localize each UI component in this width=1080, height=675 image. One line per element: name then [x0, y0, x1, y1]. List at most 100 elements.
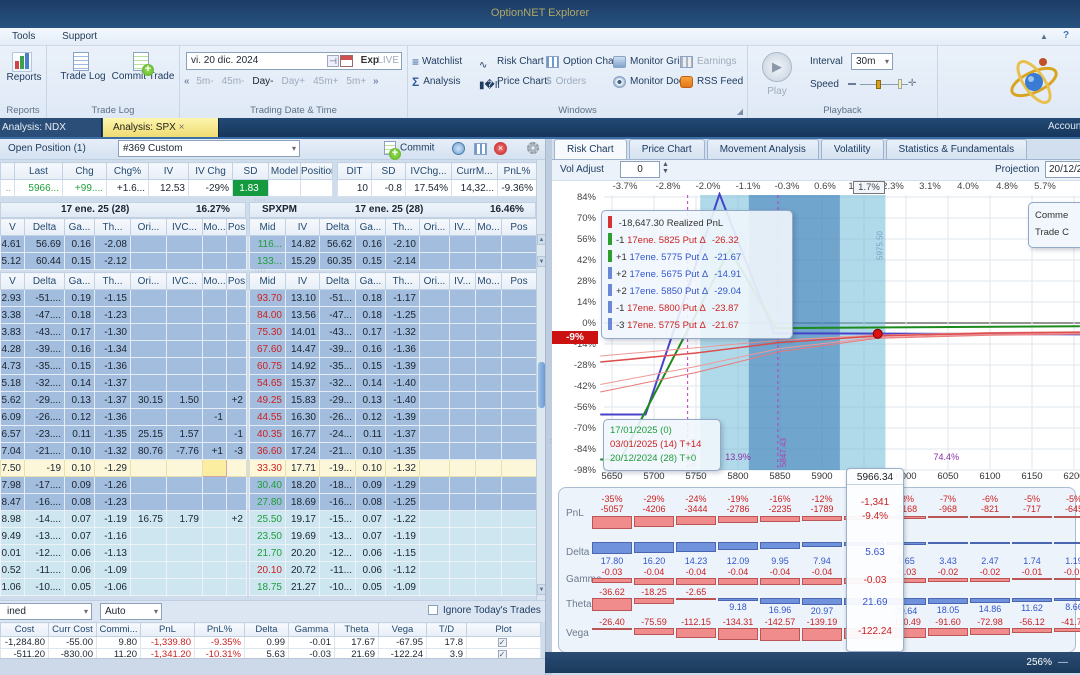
put-row[interactable]: 75.30 14.01 -43... 0.17 -1.32 [249, 323, 537, 341]
window-toggle-button[interactable]: $ Orders [546, 72, 613, 92]
put-row[interactable]: 7.50 -19 0.10 -1.29 [0, 459, 247, 477]
window-toggle-button[interactable]: ▮�IlPrice Chart [479, 72, 547, 92]
put-row[interactable]: 8.98 -14.... 0.07 -1.19 16.75 1.79 +2 [0, 510, 247, 528]
window-toggle-button[interactable]: ∿ Risk Chart [479, 52, 546, 72]
corner-toolbox-item[interactable]: Comme [1035, 207, 1080, 224]
plot-checkbox[interactable]: ✓ [497, 638, 507, 647]
close-position-icon[interactable]: × [494, 142, 507, 155]
put-row[interactable]: 84.00 13.56 -47... 0.18 -1.25 [249, 306, 537, 324]
commit-button[interactable]: Commit [384, 141, 434, 160]
speed-slider-thumb[interactable] [876, 80, 881, 89]
window-toggle-button[interactable]: Monitor Dock [613, 72, 689, 92]
put-row[interactable]: 4.28 -39.... 0.16 -1.34 [0, 340, 247, 358]
put-row[interactable]: 0.52 -11.... 0.06 -1.09 [0, 561, 247, 579]
exp-label[interactable]: Exp [361, 55, 379, 66]
close-tab-icon[interactable]: × [179, 122, 185, 133]
corner-toolbox-item[interactable]: Trade C [1035, 224, 1080, 241]
search-icon[interactable] [452, 142, 465, 155]
interval-select[interactable]: 30m ▾ [851, 53, 893, 70]
put-row[interactable]: 20.10 20.72 -11... 0.06 -1.12 [249, 561, 537, 579]
combine-mode-select[interactable]: ined ▾ [0, 603, 92, 620]
reports-button[interactable]: Reports [2, 52, 46, 83]
put-row[interactable]: 5.18 -32.... 0.14 -1.37 [0, 374, 247, 392]
trade-log-button[interactable]: Trade Log [55, 52, 111, 82]
tab-analysis-spx[interactable]: Analysis: SPX × [103, 118, 219, 137]
dialog-launcher-icon[interactable]: ◢ [737, 107, 743, 116]
panel-splitter[interactable]: ∷ [545, 139, 555, 675]
put-row[interactable]: 3.38 -47.... 0.18 -1.23 [0, 306, 247, 324]
put-row[interactable]: 3.83 -43.... 0.17 -1.30 [0, 323, 247, 341]
projection-dates-box[interactable]: 17/01/2025 (0) 03/01/2025 (14) T+14 20/12/… [603, 419, 721, 471]
auto-mode-select[interactable]: Auto ▾ [100, 603, 162, 620]
position-preset-select[interactable]: #369 Custom ▾ [118, 140, 300, 157]
window-toggle-button[interactable]: ≡ Watchlist [412, 52, 479, 72]
put-row[interactable]: 93.70 13.10 -51... 0.18 -1.17 [249, 289, 537, 307]
option-grid-icon[interactable] [474, 143, 487, 155]
put-row[interactable]: 67.60 14.47 -39... 0.16 -1.36 [249, 340, 537, 358]
put-row[interactable]: 2.93 -51.... 0.19 -1.15 [0, 289, 247, 307]
window-toggle-button[interactable]: Monitor Grid [613, 52, 685, 72]
window-toggle-button[interactable]: Earnings [680, 52, 747, 72]
window-toggle-button[interactable]: RSS Feed [680, 72, 747, 92]
put-row[interactable]: 4.73 -35.... 0.15 -1.36 [0, 357, 247, 375]
calendar-icon[interactable] [340, 55, 353, 67]
call-row[interactable]: 133... 15.29 60.35 0.15 -2.14 [249, 252, 537, 270]
put-row[interactable]: 49.25 15.83 -29... 0.13 -1.40 [249, 391, 537, 409]
window-toggle-button[interactable]: Option Chain [546, 52, 621, 72]
call-row[interactable]: 5.12 60.44 0.15 -2.12 [0, 252, 247, 270]
put-row[interactable]: 36.60 17.24 -21... 0.10 -1.35 [249, 442, 537, 460]
call-row[interactable]: 4.61 56.69 0.16 -2.08 [0, 235, 247, 253]
scrollbar-thumb[interactable] [538, 362, 545, 408]
put-row[interactable]: 40.35 16.77 -24... 0.11 -1.37 [249, 425, 537, 443]
chart-corner-toolbox[interactable]: Comme Trade C [1028, 202, 1080, 248]
put-row[interactable]: 1.06 -10.... 0.05 -1.06 [0, 578, 247, 596]
put-row[interactable]: 7.04 -21.... 0.10 -1.32 80.76 -7.76 +1 -3 [0, 442, 247, 460]
right-panel-tab[interactable]: Risk Chart [554, 139, 627, 159]
put-row[interactable]: 6.09 -26.... 0.12 -1.36 -1 [0, 408, 247, 426]
put-row[interactable]: 7.98 -17.... 0.09 -1.26 [0, 476, 247, 494]
risk-chart-legend[interactable]: -18,647.30 Realized PnL -1 17ene. 5825 Pu… [601, 210, 793, 339]
put-row[interactable]: 27.80 18.69 -16... 0.08 -1.25 [249, 493, 537, 511]
time-nav-button[interactable]: 45m+ [313, 76, 338, 87]
zoom-slider-icon[interactable]: — [1058, 652, 1068, 673]
put-row[interactable]: 0.01 -12.... 0.06 -1.13 [0, 544, 247, 562]
put-row[interactable]: 21.70 20.20 -12... 0.06 -1.15 [249, 544, 537, 562]
time-nav-button[interactable]: 45m- [222, 76, 245, 87]
right-panel-tab[interactable]: Volatility [820, 139, 884, 159]
put-row[interactable]: 54.65 15.37 -32... 0.14 -1.40 [249, 374, 537, 392]
help-icon[interactable]: ? [1063, 30, 1069, 41]
speed-plus-icon[interactable]: ✛ [908, 78, 916, 89]
trade-row[interactable]: -1,284.80 -55.00 9.80 -1,339.80 -9.35% 0.99… [0, 636, 541, 649]
call-row[interactable]: 116... 14.82 56.62 0.16 -2.10 [249, 235, 537, 253]
menu-tools[interactable]: Tools [0, 28, 47, 45]
trading-date-input[interactable]: vi. 20 dic. 2024 ⊣ Exp LIVE [186, 52, 402, 70]
put-row[interactable]: 60.75 14.92 -35... 0.15 -1.39 [249, 357, 537, 375]
put-row[interactable]: 23.50 19.69 -13... 0.07 -1.19 [249, 527, 537, 545]
put-row[interactable]: 30.40 18.20 -18... 0.09 -1.29 [249, 476, 537, 494]
commit-trade-button[interactable]: Commit Trade [109, 52, 177, 82]
right-panel-tab[interactable]: Statistics & Fundamentals [885, 139, 1028, 159]
speed-minus-icon[interactable] [848, 83, 856, 85]
time-nav-button[interactable]: Day+ [282, 76, 306, 87]
window-toggle-button[interactable]: Σ Analysis [412, 72, 479, 92]
history-icon[interactable]: ⊣ [327, 55, 339, 67]
put-row[interactable]: 9.49 -13.... 0.07 -1.16 [0, 527, 247, 545]
projection-input[interactable]: 20/12/2024 [1045, 161, 1080, 178]
step-fwd-icon[interactable]: » [373, 76, 379, 87]
time-nav-button[interactable]: Day- [252, 76, 273, 87]
put-row[interactable]: 18.75 21.27 -10... 0.05 -1.09 [249, 578, 537, 596]
vol-adjust-input[interactable]: 0 [620, 161, 660, 178]
put-row[interactable]: 6.57 -23.... 0.11 -1.35 25.15 1.57 -1 [0, 425, 247, 443]
put-row[interactable]: 44.55 16.30 -26... 0.12 -1.39 [249, 408, 537, 426]
step-back-icon[interactable]: « [184, 76, 190, 87]
tab-analysis-ndx[interactable]: Analysis: NDX [0, 118, 102, 137]
put-row[interactable]: 8.47 -16.... 0.08 -1.23 [0, 493, 247, 511]
play-button[interactable]: ▶ Play [762, 52, 792, 97]
put-row[interactable]: 5.62 -29.... 0.13 -1.37 30.15 1.50 +2 [0, 391, 247, 409]
right-panel-tab[interactable]: Price Chart [628, 139, 705, 159]
put-row[interactable]: 33.30 17.71 -19... 0.10 -1.32 [249, 459, 537, 477]
collapse-ribbon-icon[interactable]: ▲ [1040, 32, 1048, 41]
put-row[interactable]: 25.50 19.17 -15... 0.07 -1.22 [249, 510, 537, 528]
gear-icon[interactable] [527, 142, 539, 154]
time-nav-button[interactable]: 5m- [196, 76, 213, 87]
